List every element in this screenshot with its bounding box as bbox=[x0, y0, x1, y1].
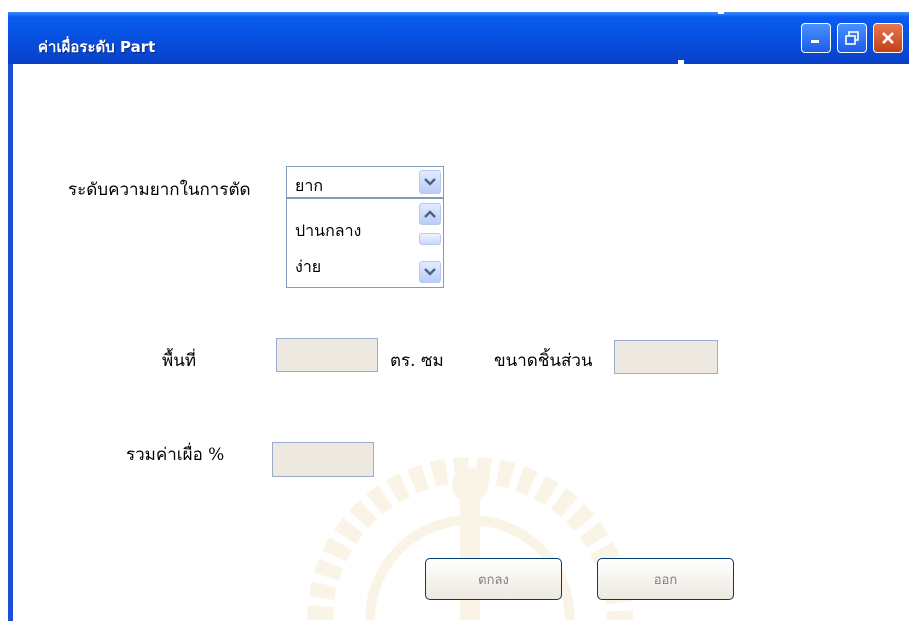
dropdown-button[interactable] bbox=[419, 170, 441, 194]
title-bar-notch bbox=[718, 8, 724, 14]
difficulty-label: ระดับความยากในการตัด bbox=[68, 180, 251, 200]
chevron-down-icon bbox=[424, 268, 436, 276]
ok-button-label: ตกลง bbox=[478, 572, 509, 588]
scrollbar-thumb[interactable] bbox=[419, 233, 441, 245]
chevron-down-icon bbox=[424, 178, 436, 186]
difficulty-combobox[interactable]: ยาก bbox=[286, 166, 444, 198]
part-size-field[interactable] bbox=[614, 340, 718, 374]
part-size-label: ขนาดชิ้นส่วน bbox=[494, 351, 593, 371]
ok-button[interactable]: ตกลง bbox=[425, 558, 562, 600]
restore-icon bbox=[845, 31, 859, 45]
window-title: ค่าเผื่อระดับ Part bbox=[38, 38, 156, 56]
exit-button[interactable]: ออก bbox=[597, 558, 734, 600]
difficulty-selected-value: ยาก bbox=[295, 176, 324, 195]
exit-button-label: ออก bbox=[653, 572, 678, 588]
area-field[interactable] bbox=[276, 338, 378, 372]
scroll-down-button[interactable] bbox=[419, 261, 441, 283]
total-allowance-label: รวมค่าเผื่อ % bbox=[126, 445, 225, 465]
title-bar: ค่าเผื่อระดับ Part bbox=[8, 12, 909, 64]
title-bar-notch bbox=[678, 60, 684, 66]
close-icon bbox=[882, 32, 894, 44]
scroll-up-button[interactable] bbox=[419, 203, 441, 225]
option-medium[interactable]: ปานกลาง bbox=[295, 219, 361, 244]
area-label: พื้นที่ bbox=[162, 351, 197, 371]
chevron-up-icon bbox=[424, 210, 436, 218]
option-easy[interactable]: ง่าย bbox=[295, 255, 321, 280]
total-allowance-field[interactable] bbox=[272, 442, 374, 477]
close-button[interactable] bbox=[873, 23, 903, 53]
restore-button[interactable] bbox=[837, 23, 867, 53]
difficulty-options-list[interactable]: ปานกลาง ง่าย bbox=[286, 198, 444, 288]
area-unit-label: ตร. ซม bbox=[390, 351, 444, 371]
window-left-border bbox=[8, 12, 13, 621]
minimize-icon bbox=[811, 40, 819, 43]
minimize-button[interactable] bbox=[801, 23, 831, 53]
